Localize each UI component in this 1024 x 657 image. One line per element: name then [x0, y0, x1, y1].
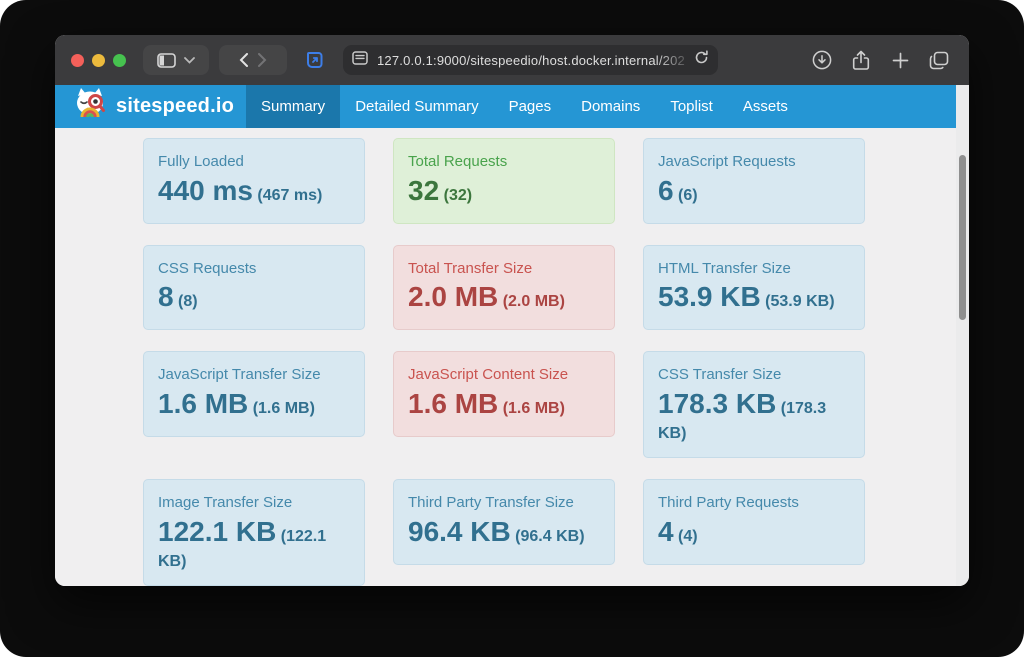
metric-label: Total Requests: [408, 151, 600, 173]
metric-value: 96.4 KB: [408, 516, 511, 547]
zoom-window-button[interactable]: [113, 54, 126, 67]
metric-value: 53.9 KB: [658, 281, 761, 312]
brand-name[interactable]: sitespeed.io: [116, 95, 234, 118]
metric-value: 32: [408, 175, 439, 206]
metric-card: HTML Transfer Size 53.9 KB (53.9 KB): [643, 245, 865, 331]
downloads-button[interactable]: [810, 45, 834, 75]
sitespeed-brand[interactable]: sitespeed.io: [72, 85, 234, 128]
metric-secondary-value: (6): [678, 187, 698, 204]
address-bar[interactable]: 127.0.0.1:9000/sitespeedio/host.docker.i…: [343, 45, 718, 75]
forward-button[interactable]: [258, 53, 267, 67]
metric-label: HTML Transfer Size: [658, 258, 850, 280]
metric-value: 440 ms: [158, 175, 253, 206]
metric-card: Third Party Transfer Size 96.4 KB (96.4 …: [393, 479, 615, 565]
metric-card: CSS Requests 8 (8): [143, 245, 365, 331]
minimize-window-button[interactable]: [92, 54, 105, 67]
sidebar-icon: [157, 53, 176, 68]
nav-tab-detailed-summary[interactable]: Detailed Summary: [340, 85, 493, 128]
metric-value: 122.1 KB: [158, 516, 276, 547]
reader-icon[interactable]: [352, 51, 368, 70]
tabs-overview-icon: [929, 51, 949, 70]
scrollbar-track[interactable]: [956, 85, 969, 586]
metric-label: CSS Transfer Size: [658, 364, 850, 386]
metric-value: 2.0 MB: [408, 281, 498, 312]
reload-button[interactable]: [694, 50, 709, 70]
metric-label: Image Transfer Size: [158, 492, 350, 514]
scrollbar-thumb[interactable]: [959, 155, 966, 320]
url-text[interactable]: 127.0.0.1:9000/sitespeedio/host.docker.i…: [368, 53, 694, 68]
metric-label: Total Transfer Size: [408, 258, 600, 280]
metric-secondary-value: (8): [178, 293, 198, 310]
metric-card: Image Transfer Size 122.1 KB (122.1 KB): [143, 479, 365, 586]
metric-label: Third Party Requests: [658, 492, 850, 514]
desktop-background: 127.0.0.1:9000/sitespeedio/host.docker.i…: [0, 0, 1024, 657]
metric-label: Third Party Transfer Size: [408, 492, 600, 514]
metric-card: Total Transfer Size 2.0 MB (2.0 MB): [393, 245, 615, 331]
share-icon: [852, 50, 870, 71]
history-nav-group: [219, 45, 287, 75]
nav-tab-assets[interactable]: Assets: [728, 85, 803, 128]
nav-tab-pages[interactable]: Pages: [494, 85, 567, 128]
metric-secondary-value: (467 ms): [257, 187, 322, 204]
close-window-button[interactable]: [71, 54, 84, 67]
metric-card: Third Party Requests 4 (4): [643, 479, 865, 565]
download-icon: [812, 50, 832, 70]
window-controls: [71, 54, 133, 67]
sitespeed-cat-logo-icon: [72, 86, 108, 127]
summary-page: Fully Loaded 440 ms (467 ms) Total Reque…: [55, 128, 956, 586]
share-button[interactable]: [849, 45, 873, 75]
metric-secondary-value: (32): [444, 187, 472, 204]
metric-card: Total Requests 32 (32): [393, 138, 615, 224]
metric-card: CSS Transfer Size 178.3 KB (178.3 KB): [643, 351, 865, 458]
metric-label: JavaScript Transfer Size: [158, 364, 350, 386]
metric-card: JavaScript Transfer Size 1.6 MB (1.6 MB): [143, 351, 365, 437]
extension-button[interactable]: [297, 45, 333, 75]
report-navbar: sitespeed.io Summary Detailed Summary Pa…: [55, 85, 956, 128]
metric-value: 178.3 KB: [658, 388, 776, 419]
chevron-down-icon: [184, 57, 195, 64]
metric-label: JavaScript Content Size: [408, 364, 600, 386]
metric-card: JavaScript Requests 6 (6): [643, 138, 865, 224]
metric-card: Fully Loaded 440 ms (467 ms): [143, 138, 365, 224]
metric-value: 1.6 MB: [408, 388, 498, 419]
nav-tab-toplist[interactable]: Toplist: [655, 85, 728, 128]
toolbar-right-actions: [810, 45, 951, 75]
metric-card: JavaScript Content Size 1.6 MB (1.6 MB): [393, 351, 615, 437]
browser-window: 127.0.0.1:9000/sitespeedio/host.docker.i…: [55, 35, 969, 586]
metric-secondary-value: (2.0 MB): [503, 293, 565, 310]
metric-value: 4: [658, 516, 674, 547]
metric-label: JavaScript Requests: [658, 151, 850, 173]
metric-value: 1.6 MB: [158, 388, 248, 419]
extension-icon: [305, 50, 325, 70]
metric-secondary-value: (96.4 KB): [515, 528, 584, 545]
metric-value: 6: [658, 175, 674, 206]
metric-label: Fully Loaded: [158, 151, 350, 173]
tab-overview-button[interactable]: [927, 45, 951, 75]
metric-label: CSS Requests: [158, 258, 350, 280]
nav-tab-summary[interactable]: Summary: [246, 85, 340, 128]
metric-secondary-value: (1.6 MB): [253, 400, 315, 417]
metric-value: 8: [158, 281, 174, 312]
back-button[interactable]: [239, 53, 248, 67]
new-tab-button[interactable]: [888, 45, 912, 75]
browser-toolbar: 127.0.0.1:9000/sitespeedio/host.docker.i…: [55, 35, 969, 85]
metric-secondary-value: (53.9 KB): [765, 293, 834, 310]
metric-cards-grid: Fully Loaded 440 ms (467 ms) Total Reque…: [55, 128, 956, 586]
new-tab-icon: [892, 52, 909, 69]
metric-secondary-value: (1.6 MB): [503, 400, 565, 417]
sidebar-toggle-button[interactable]: [143, 45, 209, 75]
nav-tab-domains[interactable]: Domains: [566, 85, 655, 128]
metric-secondary-value: (4): [678, 528, 698, 545]
